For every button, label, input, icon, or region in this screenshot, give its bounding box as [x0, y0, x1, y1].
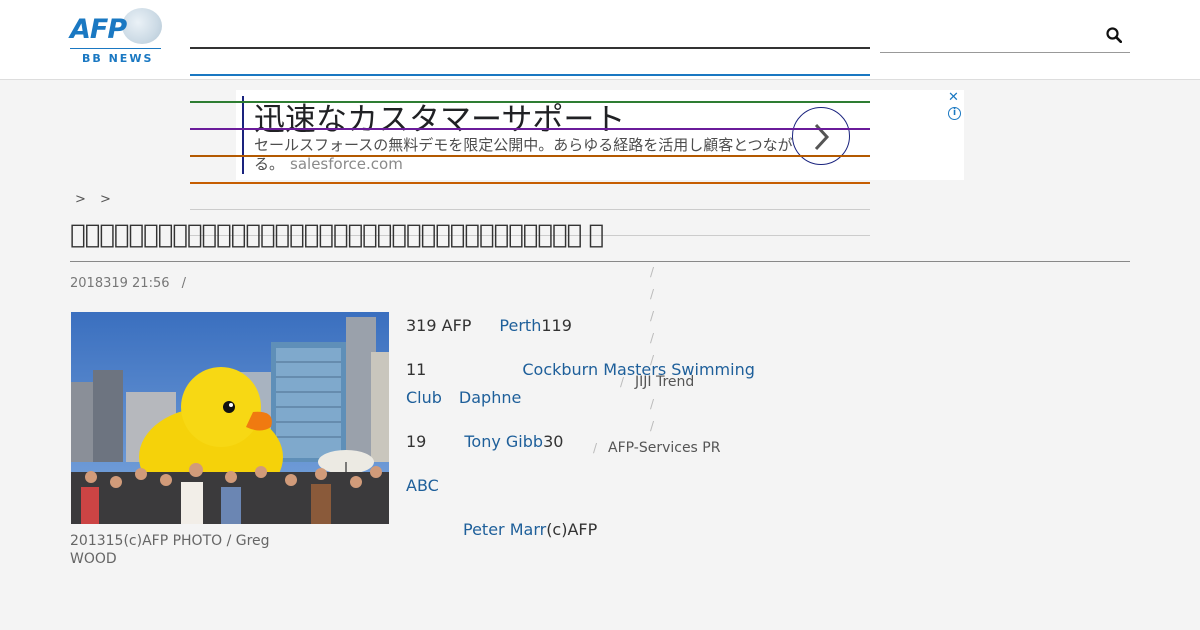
title-divider [70, 261, 1130, 262]
link-daphne[interactable]: Daphne [459, 388, 521, 407]
link-abc[interactable]: ABC [406, 476, 439, 495]
link-peter-marr[interactable]: Peter Marr [463, 520, 546, 539]
article-line-5: ABC [406, 476, 439, 495]
ad-close-icon[interactable]: ✕ [948, 90, 959, 105]
link-perth[interactable]: Perth [499, 316, 541, 335]
sidebar-separator: / [620, 375, 625, 389]
article-line-4: 19 Tony Gibb30 [406, 432, 563, 451]
article-line-6: Peter Marr(c)AFP [463, 520, 597, 539]
globe-icon [122, 8, 162, 44]
sidebar-separator: / [650, 353, 655, 367]
article-date: 2018319 21:56 [70, 276, 170, 291]
breadcrumb-separator: > [75, 192, 86, 207]
body-text: 30 [543, 432, 564, 451]
photo-caption: 201315(c)AFP PHOTO / Greg WOOD [70, 533, 270, 567]
sidebar-separator: / [650, 309, 655, 323]
nav-line[interactable] [190, 209, 870, 210]
article-line-2: 11 Cockburn Masters Swimming [406, 360, 755, 379]
breadcrumb-separator: > [100, 192, 111, 207]
nav-line[interactable] [190, 47, 870, 49]
search-input[interactable] [880, 18, 1130, 53]
photo-credit: (c)AFP [546, 520, 598, 539]
logo-subtitle: BB NEWS [82, 52, 154, 65]
nav-menu-lines [190, 0, 870, 240]
article-photo[interactable] [71, 312, 389, 524]
sidebar-separator: / [650, 265, 655, 279]
nav-line[interactable] [190, 74, 870, 76]
logo-text: AFP [70, 14, 127, 45]
body-text: 319 AFP [406, 316, 472, 335]
nav-line[interactable] [190, 101, 870, 103]
nav-line[interactable] [190, 155, 870, 157]
afp-logo[interactable]: AFP BB NEWS [70, 8, 162, 65]
sidebar-separator: / [650, 331, 655, 345]
sidebar-separator: / [650, 287, 655, 301]
logo-divider [70, 48, 161, 49]
ad-info-icon[interactable]: i [948, 107, 961, 120]
body-text: 19 [406, 432, 427, 451]
article-dateline: 2018319 21:56 / [70, 276, 186, 291]
article-line-1: 319 AFP Perth119 [406, 316, 572, 335]
date-separator: / [181, 276, 187, 291]
article-line-3: Club Daphne [406, 388, 521, 407]
breadcrumb: > > [75, 192, 121, 207]
sidebar-link-jiji-trend[interactable]: JIJI Trend [635, 374, 694, 390]
link-club[interactable]: Club [406, 388, 442, 407]
link-tony-gibb[interactable]: Tony Gibb [464, 432, 543, 451]
sidebar-link-afp-services-pr[interactable]: AFP-Services PR [608, 440, 720, 456]
nav-line[interactable] [190, 128, 870, 130]
article-title:   [70, 220, 604, 250]
body-text: 119 [541, 316, 572, 335]
sidebar-separator: / [650, 419, 655, 433]
sidebar-separator: / [593, 441, 598, 455]
body-text: 11 [406, 360, 427, 379]
nav-line[interactable] [190, 182, 870, 184]
sidebar-separator: / [650, 397, 655, 411]
rubber-duck-photo [71, 312, 389, 524]
search-icon[interactable] [1106, 27, 1122, 43]
